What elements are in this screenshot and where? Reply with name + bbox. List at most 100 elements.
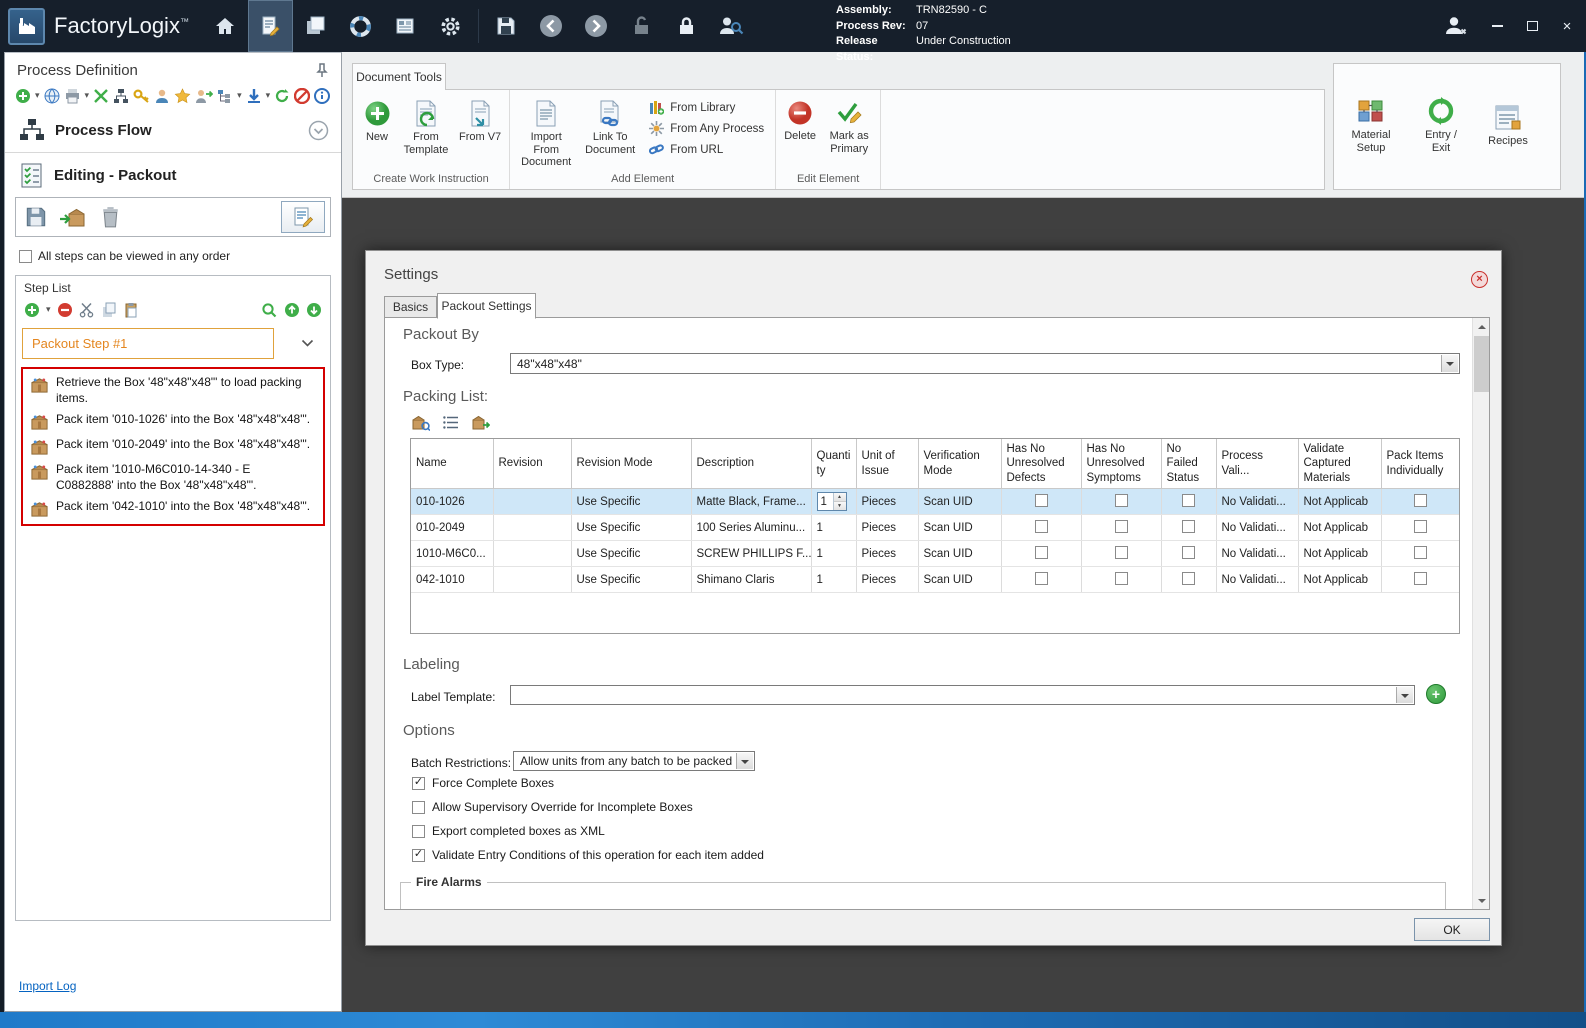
cell-unit_of_issue[interactable]: Pieces — [856, 488, 919, 516]
import-from-document-button[interactable]: Import From Document — [513, 92, 579, 171]
cell-process_validation[interactable]: No Validati... — [1216, 488, 1299, 516]
step-expand-caret-icon[interactable] — [301, 339, 324, 348]
link-to-document-button[interactable]: Link To Document — [579, 92, 641, 158]
cell-pack_items_individually[interactable] — [1381, 540, 1459, 568]
cell-validate_captured_materials[interactable]: Not Applicab — [1298, 566, 1382, 594]
view-order-checkbox-row[interactable]: All steps can be viewed in any order — [5, 237, 341, 271]
combo-dropdown-icon[interactable] — [1396, 687, 1413, 703]
process-editor-button[interactable] — [247, 0, 293, 52]
navigator-button[interactable] — [338, 0, 383, 52]
maximize-button[interactable] — [1523, 17, 1541, 35]
quantity-down-icon[interactable]: ▼ — [833, 502, 846, 511]
print-button[interactable] — [64, 86, 81, 105]
scroll-down-icon[interactable] — [1473, 892, 1489, 909]
delete-element-button[interactable]: Delete — [779, 92, 821, 145]
cell-revision_mode[interactable]: Use Specific — [571, 514, 692, 542]
export-process-button[interactable] — [93, 86, 109, 105]
cell-revision[interactable] — [493, 514, 572, 542]
entry-exit-button[interactable]: Entry / Exit — [1410, 96, 1472, 156]
no_failed_status-checkbox[interactable] — [1182, 545, 1195, 559]
from-v7-button[interactable]: From V7 — [454, 92, 506, 146]
has_no_unresolved_defects-checkbox[interactable] — [1034, 571, 1048, 585]
cell-quantity[interactable]: 1 — [811, 566, 857, 594]
stop-button[interactable] — [294, 86, 311, 105]
cell-revision[interactable] — [493, 488, 572, 516]
cell-quantity[interactable]: 1 ▲ ▼ — [811, 488, 857, 516]
no_failed_status-checkbox[interactable] — [1182, 493, 1195, 507]
delete-step-button[interactable] — [95, 202, 125, 232]
mark-as-primary-button[interactable]: Mark as Primary — [821, 92, 877, 157]
cell-has_no_unresolved_symptoms[interactable] — [1081, 514, 1162, 542]
collapse-circle-icon[interactable] — [308, 120, 329, 141]
cell-revision_mode[interactable]: Use Specific — [571, 488, 692, 516]
tab-basics[interactable]: Basics — [384, 296, 437, 318]
logout-user-button[interactable] — [1441, 17, 1471, 35]
column-header-process_validation[interactable]: Process Vali... — [1216, 439, 1299, 490]
edit-step-details-button[interactable] — [281, 201, 325, 233]
add-step-button[interactable] — [24, 300, 40, 319]
cell-description[interactable]: Matte Black, Frame... — [691, 488, 812, 516]
cell-description[interactable]: SCREW PHILLIPS F... — [691, 540, 812, 568]
copy-button[interactable] — [101, 300, 117, 319]
cell-name[interactable]: 042-1010 — [411, 566, 494, 594]
documents-button[interactable] — [293, 0, 338, 52]
unlock-button[interactable] — [619, 0, 664, 52]
view-order-checkbox[interactable] — [19, 249, 32, 263]
back-button[interactable] — [529, 0, 574, 52]
step-instruction-item[interactable]: Retrieve the Box '48"x48"x48"' to load p… — [25, 372, 321, 409]
tree-view-button[interactable] — [217, 86, 233, 105]
pack_items_individually-checkbox[interactable] — [1413, 519, 1427, 533]
cell-revision[interactable] — [493, 566, 572, 594]
from-url-button[interactable]: From URL — [649, 142, 764, 157]
option-checkbox-row[interactable]: Export completed boxes as XML — [412, 824, 764, 838]
minimize-button[interactable] — [1488, 17, 1506, 35]
scroll-up-icon[interactable] — [1473, 318, 1489, 335]
from-library-button[interactable]: From Library — [649, 100, 764, 115]
from-any-process-button[interactable]: From Any Process — [649, 121, 764, 136]
cell-unit_of_issue[interactable]: Pieces — [856, 540, 919, 568]
dropdown-caret-icon[interactable]: ▾ — [237, 91, 242, 100]
column-header-name[interactable]: Name — [411, 439, 494, 490]
material-setup-button[interactable]: Material Setup — [1340, 97, 1402, 156]
has_no_unresolved_symptoms-checkbox[interactable] — [1114, 571, 1128, 585]
column-header-no_failed_status[interactable]: No Failed Status — [1161, 439, 1217, 490]
column-header-description[interactable]: Description — [691, 439, 812, 490]
step-instruction-item[interactable]: Pack item '042-1010' into the Box '48"x4… — [25, 496, 321, 521]
dialog-close-button[interactable]: × — [1471, 271, 1488, 288]
process-flow-header[interactable]: Process Flow — [5, 110, 341, 150]
cell-revision[interactable] — [493, 540, 572, 568]
cell-has_no_unresolved_defects[interactable] — [1001, 566, 1082, 594]
move-step-up-button[interactable] — [284, 300, 300, 319]
add-box-item-button[interactable] — [410, 412, 432, 432]
dialog-scrollbar[interactable] — [1472, 318, 1489, 909]
cell-no_failed_status[interactable] — [1161, 514, 1217, 542]
settings-button[interactable] — [428, 0, 473, 52]
cell-verification_mode[interactable]: Scan UID — [918, 514, 1002, 542]
cell-no_failed_status[interactable] — [1161, 488, 1217, 516]
dropdown-caret-icon[interactable]: ▾ — [266, 91, 271, 100]
pack_items_individually-checkbox[interactable] — [1413, 545, 1427, 559]
paste-button[interactable] — [123, 300, 139, 319]
combo-dropdown-icon[interactable] — [1441, 355, 1458, 372]
column-header-quantity[interactable]: Quantity — [811, 439, 857, 490]
option-checkbox-row[interactable]: Allow Supervisory Override for Incomplet… — [412, 800, 764, 814]
option-checkbox[interactable] — [412, 800, 425, 814]
step-instruction-item[interactable]: Pack item '010-2049' into the Box '48"x4… — [25, 434, 321, 459]
ok-button[interactable]: OK — [1414, 918, 1490, 941]
packing-list-row[interactable]: 010-2049 Use Specific 100 Series Aluminu..… — [411, 514, 1459, 542]
column-header-unit_of_issue[interactable]: Unit of Issue — [856, 439, 919, 490]
option-checkbox[interactable] — [412, 776, 425, 790]
info-button[interactable] — [314, 86, 331, 105]
cell-process_validation[interactable]: No Validati... — [1216, 566, 1299, 594]
import-log-link[interactable]: Import Log — [19, 979, 76, 993]
save-step-button[interactable] — [21, 202, 51, 232]
packing-list-row[interactable]: 042-1010 Use Specific Shimano Claris 1 Piece… — [411, 566, 1459, 594]
cut-button[interactable] — [79, 300, 95, 319]
packing-list-row[interactable]: 010-1026 Use Specific Matte Black, Frame..… — [411, 488, 1459, 516]
cell-verification_mode[interactable]: Scan UID — [918, 488, 1002, 516]
quantity-up-icon[interactable]: ▲ — [833, 493, 846, 503]
column-header-revision[interactable]: Revision — [493, 439, 572, 490]
step-name-input[interactable]: Packout Step #1 — [22, 328, 274, 359]
new-button[interactable]: New — [356, 92, 398, 146]
cell-description[interactable]: Shimano Claris — [691, 566, 812, 594]
